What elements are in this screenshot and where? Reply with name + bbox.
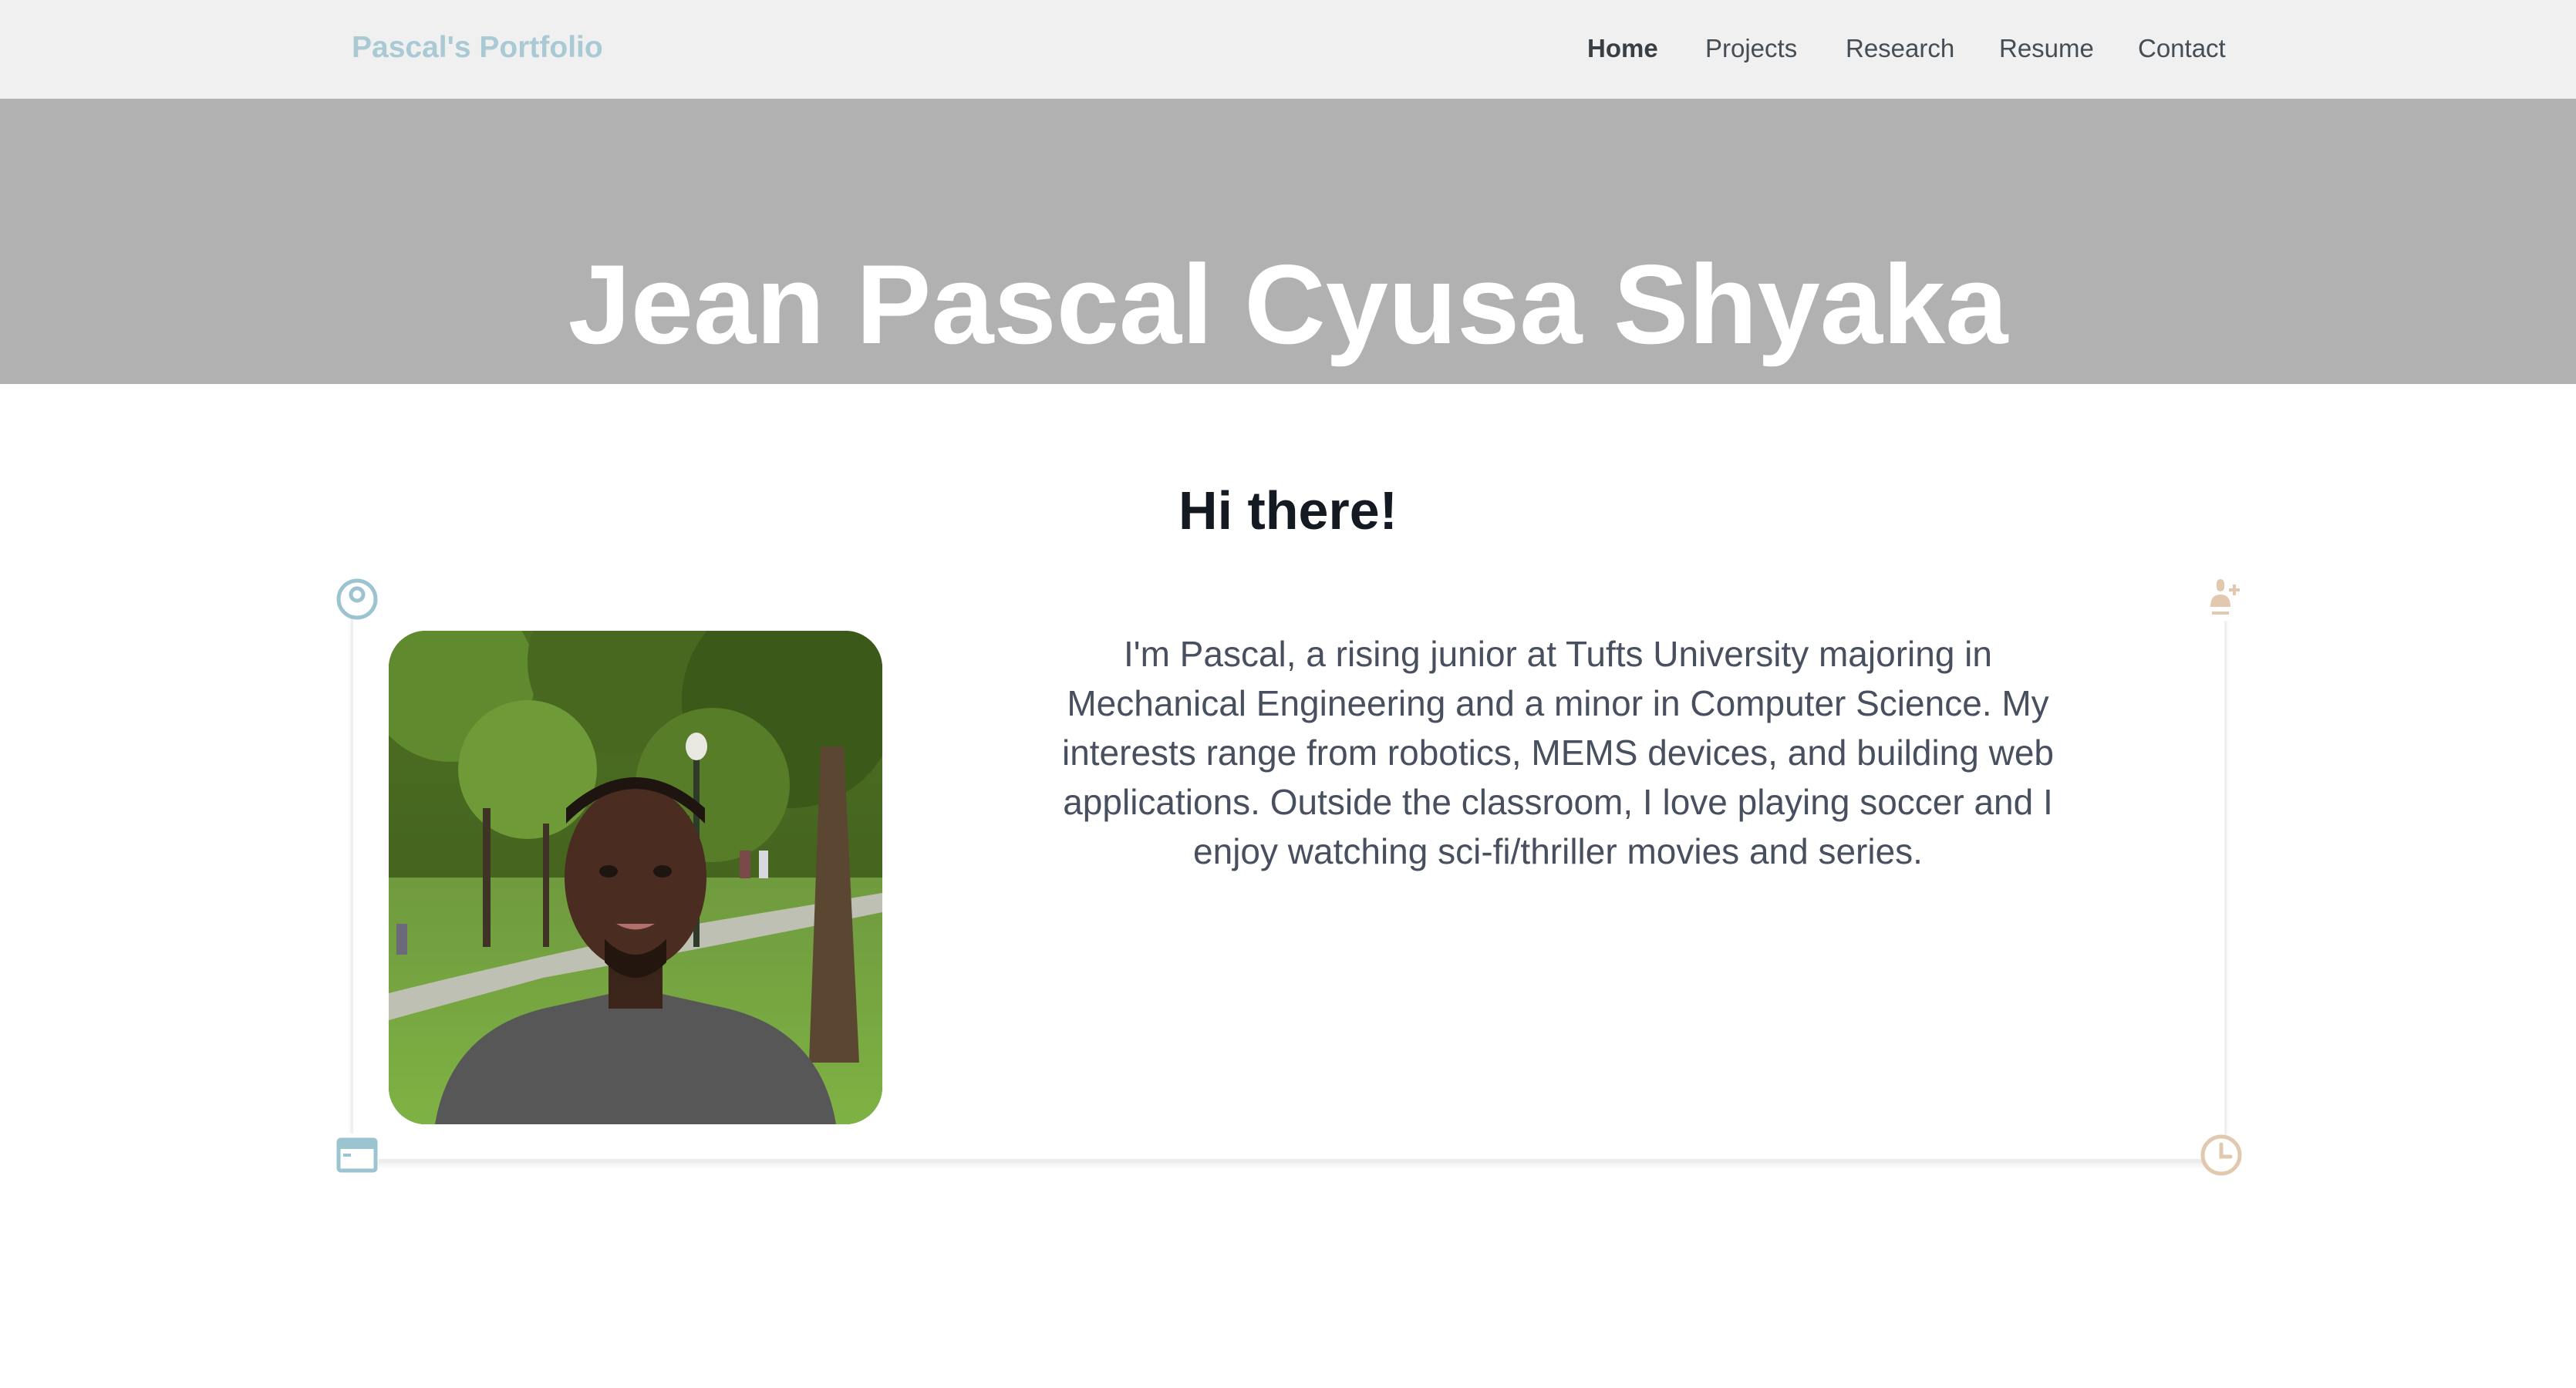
profile-photo-illustration xyxy=(389,631,882,1124)
target-icon xyxy=(335,578,379,621)
nav-link-home[interactable]: Home xyxy=(1587,34,1658,63)
hero-banner: Jean Pascal Cyusa Shyaka xyxy=(0,99,2576,384)
hero-title: Jean Pascal Cyusa Shyaka xyxy=(568,241,2008,367)
browser-window-icon xyxy=(335,1134,379,1177)
clock-icon xyxy=(2200,1134,2243,1177)
nav-link-resume[interactable]: Resume xyxy=(1999,34,2094,63)
navbar: Pascal's Portfolio Home Projects Researc… xyxy=(0,0,2576,99)
greeting-heading: Hi there! xyxy=(1178,480,1398,541)
nav-link-research[interactable]: Research xyxy=(1846,34,1954,63)
bio-paragraph: I'm Pascal, a rising junior at Tufts Uni… xyxy=(1061,634,2055,871)
profile-photo xyxy=(389,631,882,1124)
brand-link[interactable]: Pascal's Portfolio xyxy=(352,31,603,65)
user-add-icon xyxy=(2200,578,2243,621)
nav-link-projects[interactable]: Projects xyxy=(1705,34,1797,63)
nav-link-contact[interactable]: Contact xyxy=(2138,34,2226,63)
